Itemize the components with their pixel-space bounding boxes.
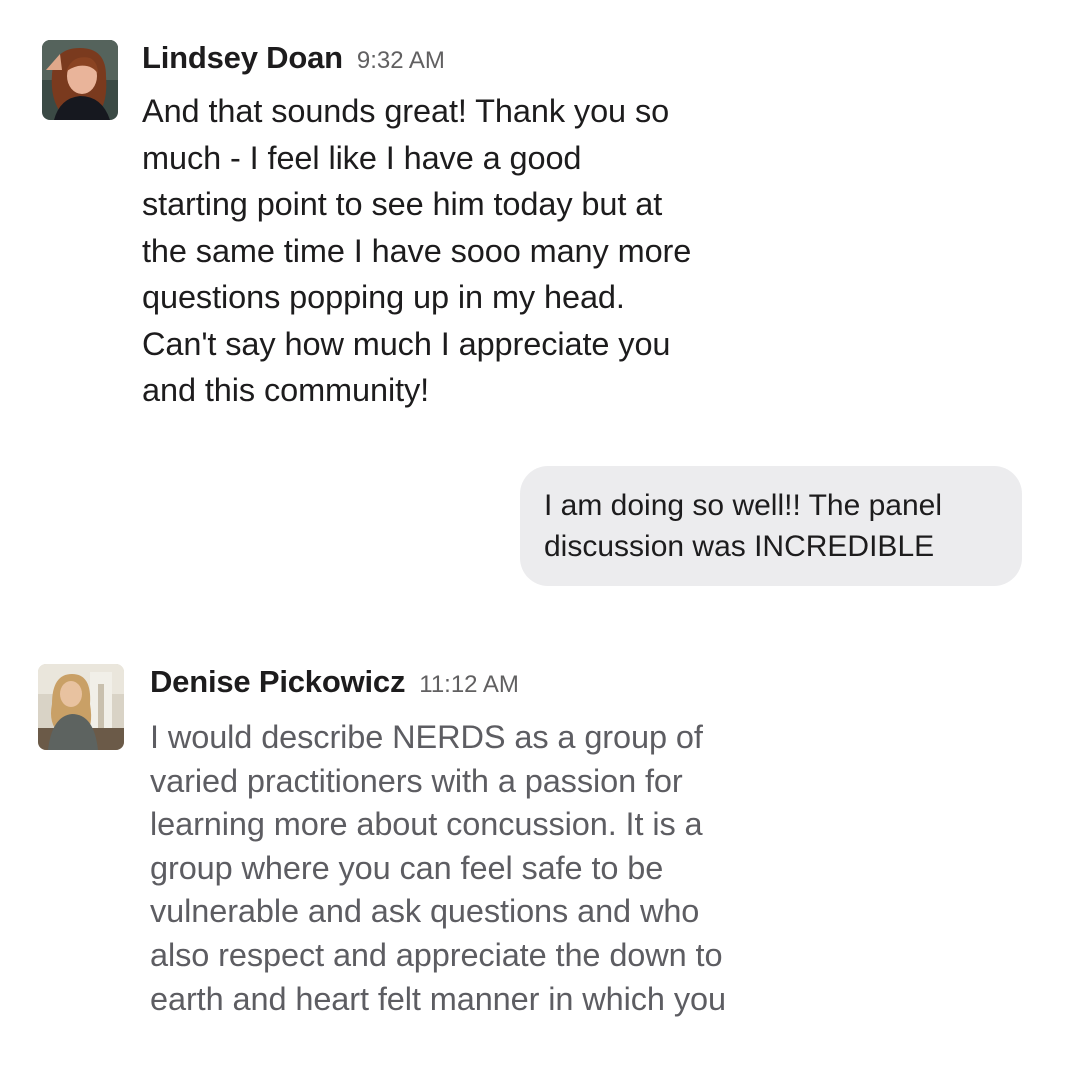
profile-photo-icon xyxy=(42,40,118,120)
reply-bubble: I am doing so well!! The panel discussio… xyxy=(520,466,1022,586)
message-header: Denise Pickowicz 11:12 AM xyxy=(150,664,519,700)
message-text: And that sounds great! Thank you so much… xyxy=(142,93,692,408)
avatar-lindsey-doan[interactable] xyxy=(42,40,118,120)
message-timestamp[interactable]: 9:32 AM xyxy=(357,47,445,75)
message-text: I would describe NERDS as a group of var… xyxy=(150,719,726,1017)
message-header: Lindsey Doan 9:32 AM xyxy=(142,40,445,76)
avatar-denise-pickowicz[interactable] xyxy=(38,664,124,750)
message-timestamp[interactable]: 11:12 AM xyxy=(419,671,519,699)
author-name[interactable]: Denise Pickowicz xyxy=(150,664,405,700)
reply-text: I am doing so well!! The panel discussio… xyxy=(544,489,943,563)
author-name[interactable]: Lindsey Doan xyxy=(142,40,343,76)
profile-photo-icon xyxy=(38,664,124,750)
